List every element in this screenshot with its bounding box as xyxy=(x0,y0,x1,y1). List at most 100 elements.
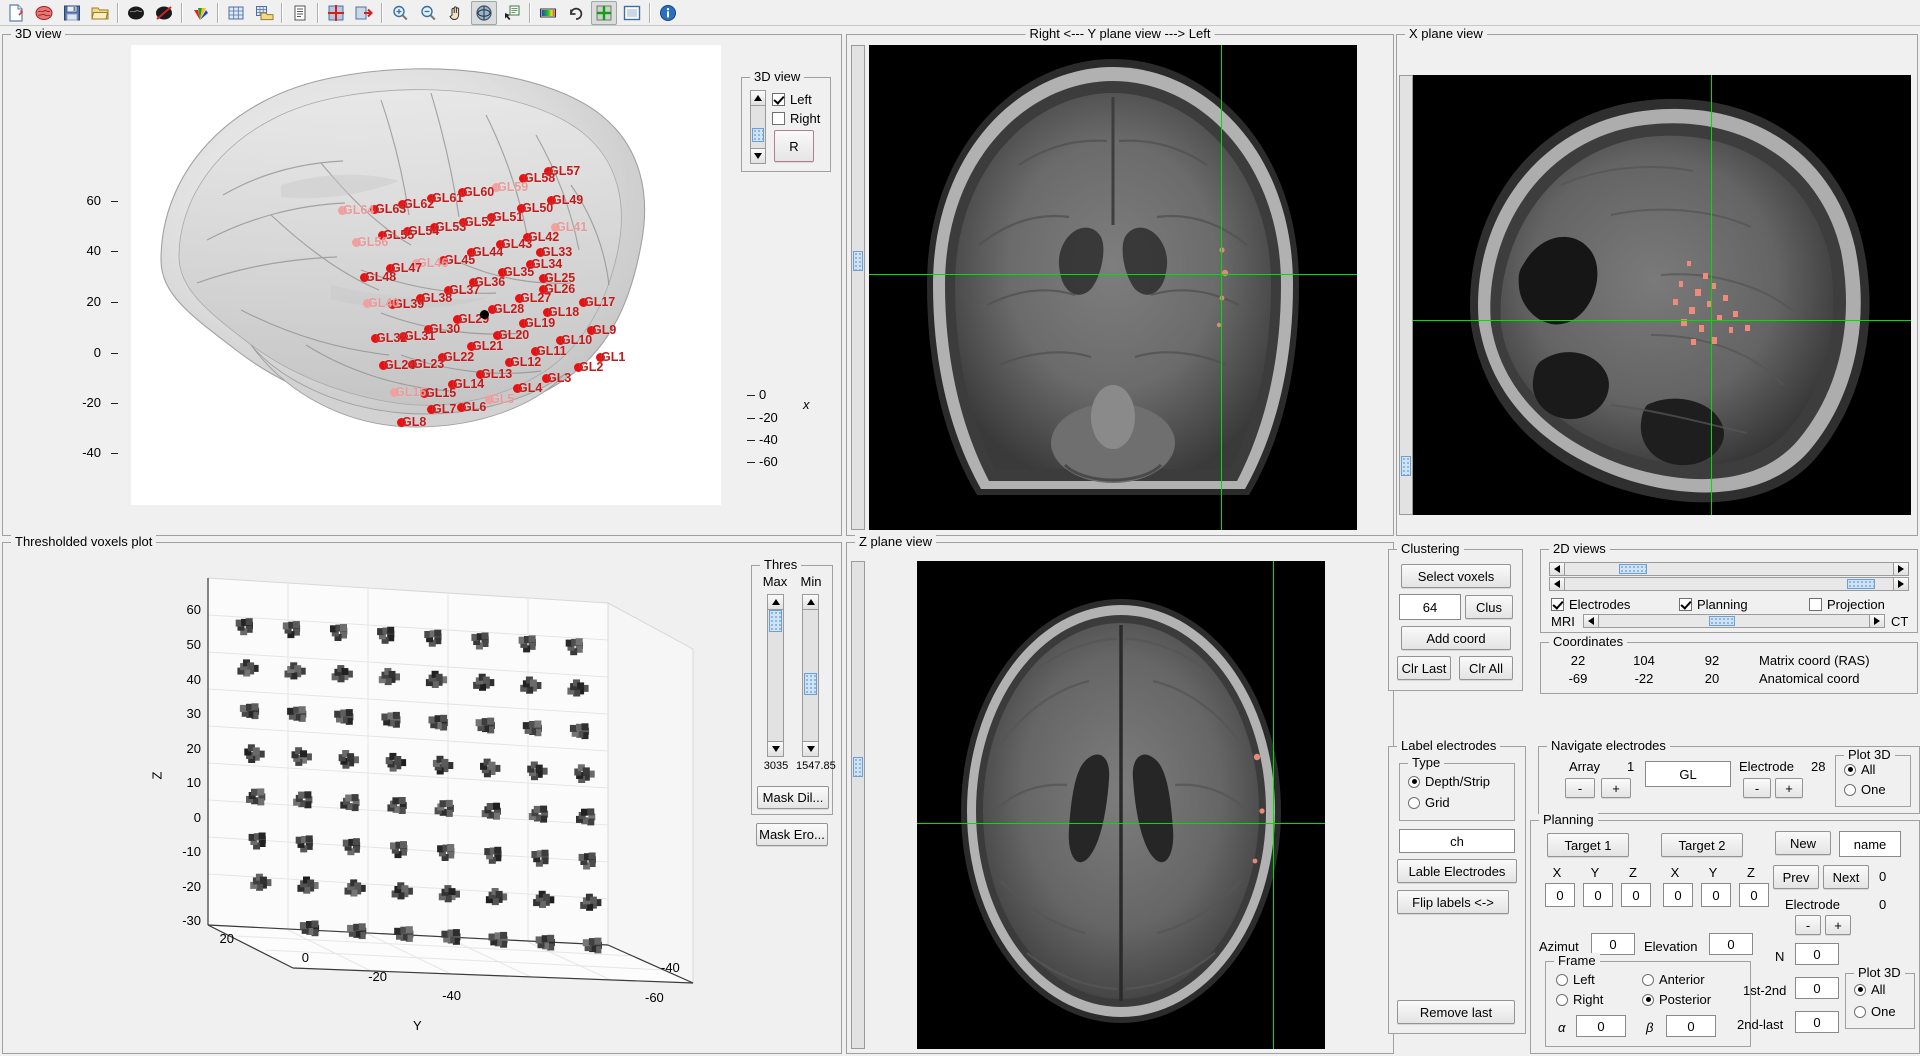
radio-frame-anterior-box[interactable] xyxy=(1642,973,1654,986)
threshold-max-up-arrow[interactable] xyxy=(768,595,783,610)
save-icon[interactable] xyxy=(59,1,85,25)
mask-dilate-button[interactable]: Mask Dil... xyxy=(757,786,829,809)
contrast-2-right-arrow[interactable] xyxy=(1893,578,1908,590)
threshold-max-thumb[interactable] xyxy=(769,610,782,632)
contrast-1-thumb[interactable] xyxy=(1619,564,1647,574)
target1-button[interactable]: Target 1 xyxy=(1547,833,1629,857)
contrast-1-track[interactable] xyxy=(1565,563,1893,575)
threshold-min-down-arrow[interactable] xyxy=(803,741,818,756)
planning-electrode-plus[interactable]: + xyxy=(1825,915,1851,935)
z-plane-slice-slider[interactable] xyxy=(851,561,865,1049)
add-coord-button[interactable]: Add coord xyxy=(1401,626,1511,650)
mask-erode-button[interactable]: Mask Ero... xyxy=(756,823,828,846)
pan-hand-icon[interactable] xyxy=(443,1,469,25)
radio-plan-plot3d-one-box[interactable] xyxy=(1854,1005,1866,1018)
contrast-1-right-arrow[interactable] xyxy=(1893,563,1908,575)
radio-plan-plot3d-one[interactable]: One xyxy=(1854,1004,1896,1019)
planning-coord-input[interactable]: 0 xyxy=(1583,883,1613,907)
y-plane-image[interactable] xyxy=(869,45,1357,530)
rotation-slider-track[interactable] xyxy=(751,106,765,148)
rotation-slider-up-arrow[interactable] xyxy=(751,91,765,106)
clus-button[interactable]: Clus xyxy=(1465,595,1513,619)
threshold-max-slider[interactable] xyxy=(767,594,784,757)
y-plane-slice-slider[interactable] xyxy=(851,45,865,530)
array-minus-button[interactable]: - xyxy=(1565,778,1595,798)
threshold-min-up-arrow[interactable] xyxy=(803,595,818,610)
brain-dark-icon[interactable] xyxy=(123,1,149,25)
voxels-3d-axes[interactable]: 60 50 40 30 20 10 0 -10 -20 -30 20 0 -20 -40 -40 -60 … xyxy=(13,553,743,1033)
radio-frame-right-box[interactable] xyxy=(1556,993,1568,1006)
clr-all-button[interactable]: Clr All xyxy=(1459,656,1513,680)
z-plane-slider-track[interactable] xyxy=(852,562,864,1048)
zoom-in-icon[interactable] xyxy=(387,1,413,25)
planning-name-input[interactable]: name xyxy=(1839,831,1901,857)
next-button[interactable]: Next xyxy=(1823,865,1869,889)
open-folder-icon[interactable] xyxy=(87,1,113,25)
grid-folder-icon[interactable] xyxy=(251,1,277,25)
rotation-slider[interactable] xyxy=(750,90,766,164)
label-electrodes-button[interactable]: Lable Electrodes xyxy=(1397,859,1517,883)
grid-icon[interactable] xyxy=(223,1,249,25)
array-name-input[interactable]: GL xyxy=(1645,761,1731,787)
radio-frame-right[interactable]: Right xyxy=(1556,992,1603,1007)
array-plus-button[interactable]: + xyxy=(1601,778,1631,798)
brain-3d-axes[interactable]: GL57 GL58 GL59 GL60 GL61 GL62 GL63 GL64 GL49 GL50… xyxy=(131,45,721,505)
mri-ct-track[interactable] xyxy=(1599,615,1869,627)
colorbar-icon[interactable] xyxy=(535,1,561,25)
reset-view-icon[interactable] xyxy=(563,1,589,25)
brain-slash-icon[interactable] xyxy=(151,1,177,25)
rotation-slider-down-arrow[interactable] xyxy=(751,148,765,163)
planning-coord-input[interactable]: 0 xyxy=(1663,883,1693,907)
n-input[interactable]: 0 xyxy=(1795,943,1839,965)
radio-nav-plot3d-all[interactable]: All xyxy=(1844,762,1875,777)
radio-nav-plot3d-all-box[interactable] xyxy=(1844,763,1856,776)
electrode-minus-button[interactable]: - xyxy=(1743,778,1771,798)
radio-frame-left[interactable]: Left xyxy=(1556,972,1595,987)
brain-icon[interactable] xyxy=(31,1,57,25)
checkbox-left-hemisphere[interactable]: Left xyxy=(772,92,812,107)
contrast-slider-1[interactable] xyxy=(1549,562,1909,576)
planning-coord-input[interactable]: 0 xyxy=(1545,883,1575,907)
checkbox-left-box[interactable] xyxy=(772,93,785,106)
radio-depth-strip-box[interactable] xyxy=(1408,775,1420,788)
checkbox-planning-box[interactable] xyxy=(1679,598,1692,611)
contrast-2-thumb[interactable] xyxy=(1847,579,1875,589)
beta-input[interactable]: 0 xyxy=(1666,1015,1716,1037)
zoom-out-icon[interactable] xyxy=(415,1,441,25)
checkbox-right-hemisphere[interactable]: Right xyxy=(772,111,820,126)
mri-ct-left-arrow[interactable] xyxy=(1584,615,1599,627)
checkbox-projection[interactable]: Projection xyxy=(1809,597,1885,612)
contrast-2-track[interactable] xyxy=(1565,578,1893,590)
elevation-input[interactable]: 0 xyxy=(1709,933,1753,955)
mri-ct-thumb[interactable] xyxy=(1709,616,1735,626)
registration-icon[interactable] xyxy=(323,1,349,25)
z-plane-slider-thumb[interactable] xyxy=(853,757,863,777)
radio-frame-posterior[interactable]: Posterior xyxy=(1642,992,1711,1007)
second-last-input[interactable]: 0 xyxy=(1795,1011,1839,1033)
document-icon[interactable] xyxy=(287,1,313,25)
crosshair-icon[interactable] xyxy=(591,0,617,25)
window-icon[interactable] xyxy=(619,1,645,25)
export-icon[interactable] xyxy=(351,1,377,25)
z-plane-image[interactable] xyxy=(917,561,1325,1049)
remove-last-button[interactable]: Remove last xyxy=(1397,1000,1515,1024)
threshold-max-down-arrow[interactable] xyxy=(768,741,783,756)
x-plane-slider-thumb[interactable] xyxy=(1401,456,1411,476)
radio-nav-plot3d-one[interactable]: One xyxy=(1844,782,1886,797)
threshold-min-thumb[interactable] xyxy=(804,673,817,695)
radio-plan-plot3d-all-box[interactable] xyxy=(1854,983,1866,996)
radio-frame-posterior-box[interactable] xyxy=(1642,993,1654,1006)
radio-grid-box[interactable] xyxy=(1408,796,1420,809)
contrast-2-left-arrow[interactable] xyxy=(1550,578,1565,590)
info-icon[interactable] xyxy=(655,1,681,25)
threshold-min-slider[interactable] xyxy=(802,594,819,757)
x-plane-slice-slider[interactable] xyxy=(1399,75,1413,515)
mri-ct-blend-slider[interactable] xyxy=(1583,614,1885,628)
radio-nav-plot3d-one-box[interactable] xyxy=(1844,783,1856,796)
checkbox-electrodes-box[interactable] xyxy=(1551,598,1564,611)
radio-depth-strip[interactable]: Depth/Strip xyxy=(1408,774,1490,789)
select-voxels-button[interactable]: Select voxels xyxy=(1401,564,1511,588)
prev-button[interactable]: Prev xyxy=(1773,865,1819,889)
data-cursor-icon[interactable] xyxy=(499,1,525,25)
rotate3d-icon[interactable] xyxy=(471,0,497,25)
